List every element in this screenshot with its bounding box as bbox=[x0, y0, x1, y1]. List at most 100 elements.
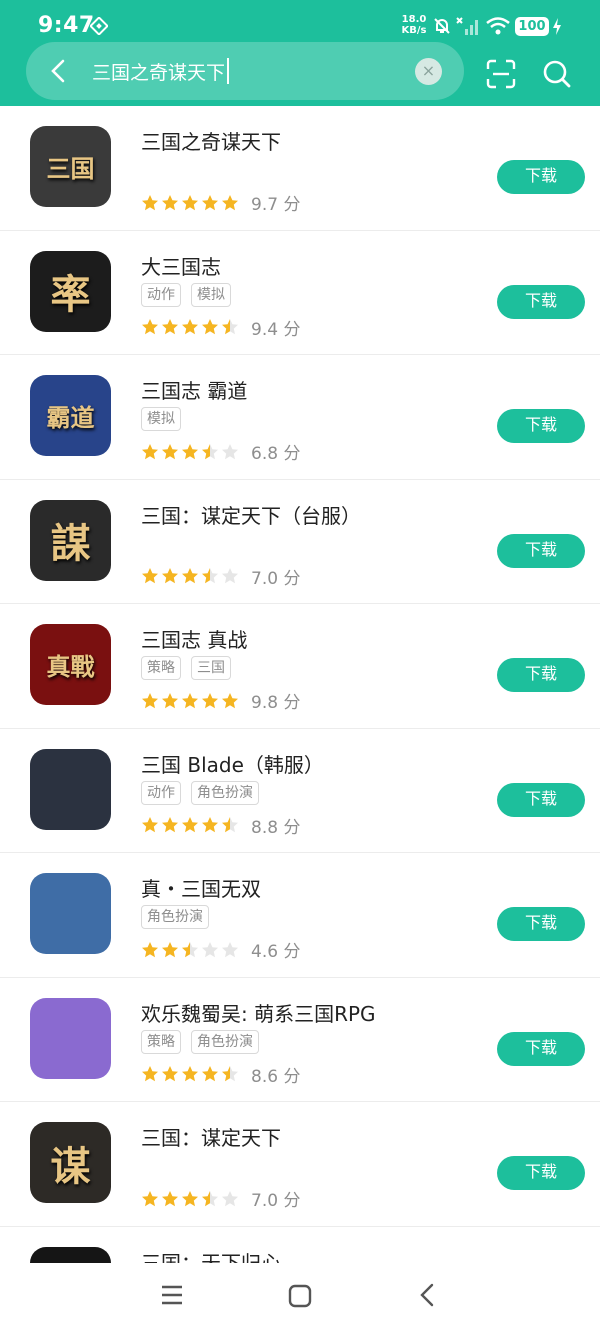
star-icon bbox=[142, 319, 158, 335]
wifi-icon bbox=[486, 17, 510, 35]
star-icon bbox=[222, 319, 238, 335]
search-input[interactable] bbox=[92, 54, 406, 88]
star-icon bbox=[182, 319, 198, 335]
star-icon bbox=[222, 568, 238, 584]
star-icon bbox=[202, 319, 218, 335]
app-name[interactable]: 三国志 真战 bbox=[141, 624, 247, 653]
star-rating: 4.6 分 bbox=[141, 937, 300, 962]
download-button[interactable]: 下载 bbox=[497, 533, 585, 568]
recent-apps-icon[interactable] bbox=[160, 1283, 184, 1307]
download-button[interactable]: 下载 bbox=[497, 907, 585, 941]
list-item[interactable]: 谋 三国：谋定天下 7.0 分 下载 bbox=[0, 1102, 600, 1227]
star-icon bbox=[182, 568, 198, 584]
app-name[interactable]: 真・三国无双 bbox=[141, 873, 261, 902]
app-tags: 策略 三国 bbox=[141, 656, 231, 680]
clear-search-button[interactable]: × bbox=[415, 58, 442, 85]
star-icon bbox=[202, 194, 218, 210]
star-icon bbox=[182, 817, 198, 833]
star-icon bbox=[162, 568, 178, 584]
download-button[interactable]: 下载 bbox=[497, 409, 585, 443]
app-icon[interactable]: 霸道 bbox=[30, 375, 111, 456]
category-tag: 动作 bbox=[141, 282, 181, 307]
list-item[interactable]: 欢乐魏蜀吴: 萌系三国RPG 策略 角色扮演 8.6 分 下载 bbox=[0, 978, 600, 1102]
app-name[interactable]: 三国：谋定天下（台服） bbox=[141, 500, 361, 529]
star-icon bbox=[162, 319, 178, 335]
star-icon bbox=[162, 1066, 178, 1082]
scan-icon[interactable] bbox=[486, 59, 516, 89]
list-item[interactable]: 真・三国无双 角色扮演 4.6 分 下载 bbox=[0, 853, 600, 978]
app-icon-glyph: 三国 bbox=[46, 154, 95, 183]
download-button[interactable]: 下载 bbox=[497, 284, 585, 319]
star-icon bbox=[142, 817, 158, 833]
star-icon bbox=[142, 1190, 158, 1206]
network-speed: 18.0 KB/s bbox=[401, 14, 427, 36]
app-tags: 动作 角色扮演 bbox=[141, 780, 259, 805]
category-tag: 策略 bbox=[141, 656, 181, 680]
star-icon bbox=[142, 443, 158, 459]
app-tags: 策略 角色扮演 bbox=[141, 1029, 259, 1054]
home-icon[interactable] bbox=[287, 1283, 313, 1309]
list-item[interactable]: 三国：天下归心下载 bbox=[0, 1227, 600, 1264]
star-icon bbox=[222, 941, 238, 957]
app-name[interactable]: 三国 Blade（韩服） bbox=[141, 749, 324, 778]
star-icon bbox=[182, 1066, 198, 1082]
download-button[interactable]: 下载 bbox=[497, 1156, 585, 1190]
list-item[interactable]: 真戰 三国志 真战策略 三国 9.8 分 下载 bbox=[0, 604, 600, 729]
star-rating: 8.6 分 bbox=[141, 1062, 300, 1087]
star-rating: 7.0 分 bbox=[141, 1186, 300, 1211]
status-time: 9:47 bbox=[38, 13, 95, 38]
mute-bell-icon bbox=[434, 18, 450, 34]
star-icon bbox=[202, 692, 218, 708]
list-item[interactable]: 率 大三国志 动作 模拟 9.4 分 下载 bbox=[0, 231, 600, 355]
app-icon[interactable] bbox=[30, 873, 111, 954]
search-bar: × bbox=[26, 42, 464, 100]
star-icon bbox=[202, 443, 218, 459]
app-icon[interactable]: 率 bbox=[30, 250, 111, 332]
app-icon[interactable]: 謀 bbox=[30, 499, 111, 581]
app-name[interactable]: 三国之奇谋天下 bbox=[141, 126, 281, 155]
app-icon[interactable]: 谋 bbox=[30, 1122, 111, 1203]
app-name[interactable]: 三国：谋定天下 bbox=[141, 1122, 281, 1151]
category-tag: 动作 bbox=[141, 780, 181, 805]
nav-back-icon[interactable] bbox=[416, 1283, 440, 1307]
star-icon bbox=[202, 1190, 218, 1206]
star-icon bbox=[202, 941, 218, 957]
list-item[interactable]: 三国 Blade（韩服） 动作 角色扮演 8.8 分 下载 bbox=[0, 729, 600, 853]
star-icon bbox=[222, 194, 238, 210]
download-button[interactable]: 下载 bbox=[497, 1031, 585, 1066]
rating-score: 7.0 分 bbox=[251, 568, 301, 589]
download-button[interactable]: 下载 bbox=[497, 658, 585, 692]
star-icon bbox=[162, 817, 178, 833]
star-icon bbox=[162, 1190, 178, 1206]
status-bar: 9:47 18.0 KB/s 100 bbox=[0, 0, 600, 48]
star-icon bbox=[182, 443, 198, 459]
rating-score: 9.8 分 bbox=[251, 693, 301, 713]
category-tag: 角色扮演 bbox=[191, 780, 259, 805]
list-item[interactable]: 謀 三国：谋定天下（台服） 7.0 分 下载 bbox=[0, 480, 600, 604]
app-icon[interactable] bbox=[30, 1246, 111, 1263]
app-icon[interactable] bbox=[30, 997, 111, 1079]
app-name[interactable]: 三国志 霸道 bbox=[141, 375, 247, 404]
list-item[interactable]: 霸道 三国志 霸道 模拟 6.8 分 下载 bbox=[0, 355, 600, 480]
list-item[interactable]: 三国 三国之奇谋天下 9.7 分 下载 bbox=[0, 106, 600, 231]
app-name[interactable]: 三国：天下归心 bbox=[141, 1247, 281, 1264]
app-name[interactable]: 欢乐魏蜀吴: 萌系三国RPG bbox=[141, 998, 376, 1027]
search-results-list: 三国 三国之奇谋天下 9.7 分下载率大三国志 动作 模拟 9.4 分下载 霸道 三国志 霸道… bbox=[0, 106, 600, 1263]
star-icon bbox=[162, 692, 178, 708]
download-button[interactable]: 下载 bbox=[497, 160, 585, 194]
star-rating: 6.8 分 bbox=[141, 439, 300, 464]
category-tag: 策略 bbox=[141, 1029, 181, 1054]
app-icon[interactable]: 真戰 bbox=[30, 624, 111, 705]
battery-level: 100 bbox=[515, 17, 549, 36]
app-icon[interactable]: 三国 bbox=[30, 126, 111, 207]
system-navigation-bar bbox=[0, 1263, 600, 1333]
star-rating: 9.4 分 bbox=[141, 315, 300, 340]
app-name[interactable]: 大三国志 bbox=[141, 251, 221, 280]
star-rating: 7.0 分 bbox=[141, 564, 300, 589]
charging-bolt-icon bbox=[553, 18, 561, 35]
search-icon[interactable] bbox=[542, 59, 572, 89]
back-arrow-icon[interactable] bbox=[46, 58, 72, 84]
star-icon bbox=[162, 194, 178, 210]
download-button[interactable]: 下载 bbox=[497, 782, 585, 817]
app-icon[interactable] bbox=[30, 748, 111, 830]
